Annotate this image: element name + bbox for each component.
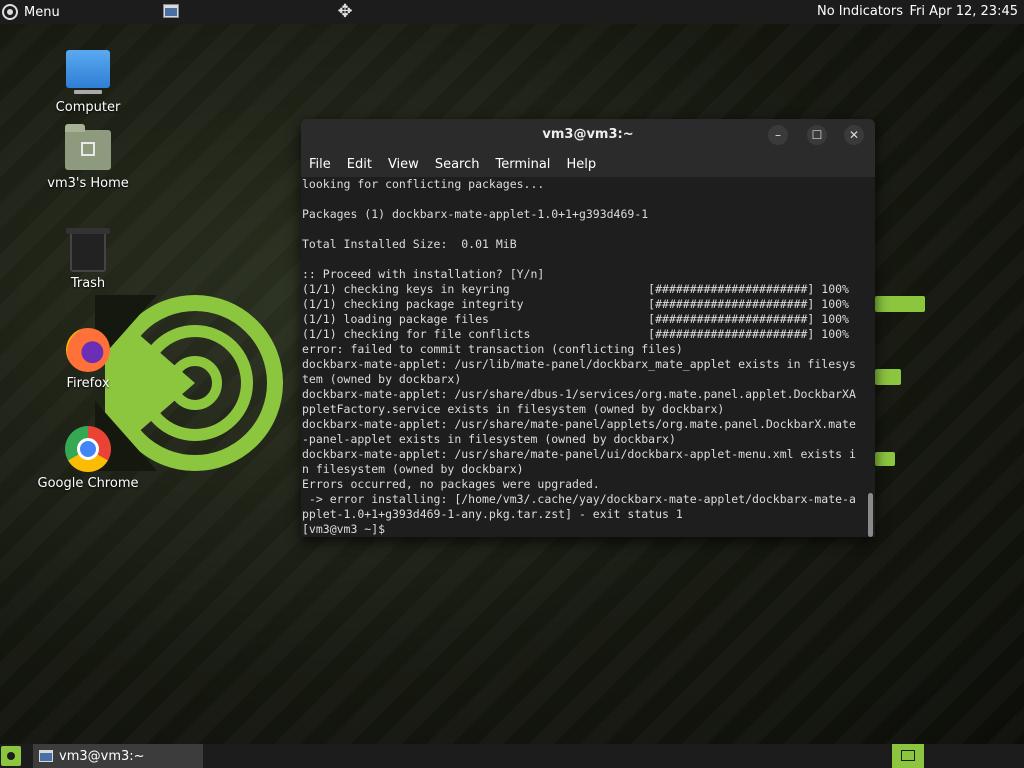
- show-windows-icon[interactable]: [163, 4, 179, 18]
- taskbar-item-terminal[interactable]: vm3@vm3:~: [33, 744, 203, 768]
- bottom-panel: vm3@vm3:~: [0, 744, 1024, 768]
- terminal-line: (1/1) checking package integrity [######…: [302, 297, 849, 311]
- menu-label: Menu: [24, 4, 60, 20]
- terminal-line: :: Proceed with installation? [Y/n]: [302, 267, 545, 281]
- terminal-line: pplet-1.0+1+g393d469-1-any.pkg.tar.zst] …: [302, 507, 683, 521]
- wallpaper-bar: [875, 452, 895, 466]
- terminal-line: (1/1) checking keys in keyring [########…: [302, 282, 849, 296]
- terminal-line: dockbarx-mate-applet: /usr/share/dbus-1/…: [302, 387, 856, 401]
- wallpaper-bar: [875, 296, 925, 312]
- desktop-icon-computer[interactable]: Computer: [33, 50, 143, 115]
- menu-file[interactable]: File: [309, 157, 331, 172]
- move-handle-icon[interactable]: ✥: [335, 2, 355, 22]
- firefox-icon: [66, 328, 110, 372]
- terminal-line: (1/1) checking for file conflicts [#####…: [302, 327, 849, 341]
- terminal-output[interactable]: looking for conflicting packages... Pack…: [301, 177, 875, 537]
- menu-button[interactable]: Menu: [0, 0, 66, 24]
- close-button[interactable]: ✕: [844, 125, 864, 145]
- terminal-line: tem (owned by dockbarx): [302, 372, 462, 386]
- terminal-line: Packages (1) dockbarx-mate-applet-1.0+1+…: [302, 207, 649, 221]
- top-panel: Menu ✥ No Indicators Fri Apr 12, 23:45: [0, 0, 1024, 24]
- menu-help[interactable]: Help: [566, 157, 596, 172]
- menu-search[interactable]: Search: [435, 157, 480, 172]
- indicators-text[interactable]: No Indicators: [817, 0, 903, 24]
- terminal-menubar: File Edit View Search Terminal Help: [301, 151, 875, 177]
- terminal-line: n filesystem (owned by dockbarx): [302, 462, 524, 476]
- terminal-line: -> error installing: [/home/vm3/.cache/y…: [302, 492, 856, 506]
- computer-icon: [66, 50, 110, 94]
- window-title: vm3@vm3:~: [542, 127, 634, 142]
- terminal-prompt-line: [vm3@vm3 ~]$: [302, 522, 393, 536]
- terminal-line: dockbarx-mate-applet: /usr/lib/mate-pane…: [302, 357, 856, 371]
- clock[interactable]: Fri Apr 12, 23:45: [909, 0, 1018, 24]
- menu-view[interactable]: View: [388, 157, 419, 172]
- desktop-icon-label: Firefox: [66, 376, 110, 391]
- desktop-icon-home[interactable]: vm3's Home: [33, 124, 143, 191]
- terminal-window-icon: [39, 750, 53, 762]
- menu-terminal[interactable]: Terminal: [495, 157, 550, 172]
- desktop-icon-trash[interactable]: Trash: [33, 228, 143, 291]
- trash-icon: [66, 228, 110, 272]
- terminal-line: Total Installed Size: 0.01 MiB: [302, 237, 517, 251]
- terminal-line: dockbarx-mate-applet: /usr/share/mate-pa…: [302, 417, 856, 431]
- terminal-line: -panel-applet exists in filesystem (owne…: [302, 432, 676, 446]
- desktop-icon-label: Trash: [70, 276, 106, 291]
- maximize-button[interactable]: ☐: [807, 125, 827, 145]
- desktop-icon-firefox[interactable]: Firefox: [33, 328, 143, 391]
- chrome-icon: [65, 426, 111, 472]
- terminal-line: Errors occurred, no packages were upgrad…: [302, 477, 600, 491]
- home-folder-icon: [65, 124, 111, 170]
- taskbar-item-label: vm3@vm3:~: [59, 748, 145, 764]
- terminal-line: ppletFactory.service exists in filesyste…: [302, 402, 725, 416]
- workspace-switcher[interactable]: [892, 744, 924, 768]
- desktop-icon-label: Computer: [55, 100, 121, 115]
- desktop-icon-label: vm3's Home: [47, 176, 129, 191]
- window-titlebar[interactable]: vm3@vm3:~ – ☐ ✕: [301, 119, 875, 151]
- show-desktop-button[interactable]: [1, 746, 21, 766]
- terminal-line: looking for conflicting packages...: [302, 177, 545, 191]
- wallpaper-bar: [875, 369, 901, 385]
- minimize-button[interactable]: –: [768, 125, 788, 145]
- terminal-line: error: failed to commit transaction (con…: [302, 342, 683, 356]
- terminal-window[interactable]: vm3@vm3:~ – ☐ ✕ File Edit View Search Te…: [301, 119, 875, 537]
- terminal-line: (1/1) loading package files [###########…: [302, 312, 849, 326]
- terminal-scrollbar[interactable]: [868, 493, 873, 537]
- desktop-icon-chrome[interactable]: Google Chrome: [33, 426, 143, 491]
- mate-logo-icon: [2, 4, 18, 20]
- desktop-icon-label: Google Chrome: [37, 476, 139, 491]
- terminal-line: dockbarx-mate-applet: /usr/share/mate-pa…: [302, 447, 856, 461]
- menu-edit[interactable]: Edit: [347, 157, 372, 172]
